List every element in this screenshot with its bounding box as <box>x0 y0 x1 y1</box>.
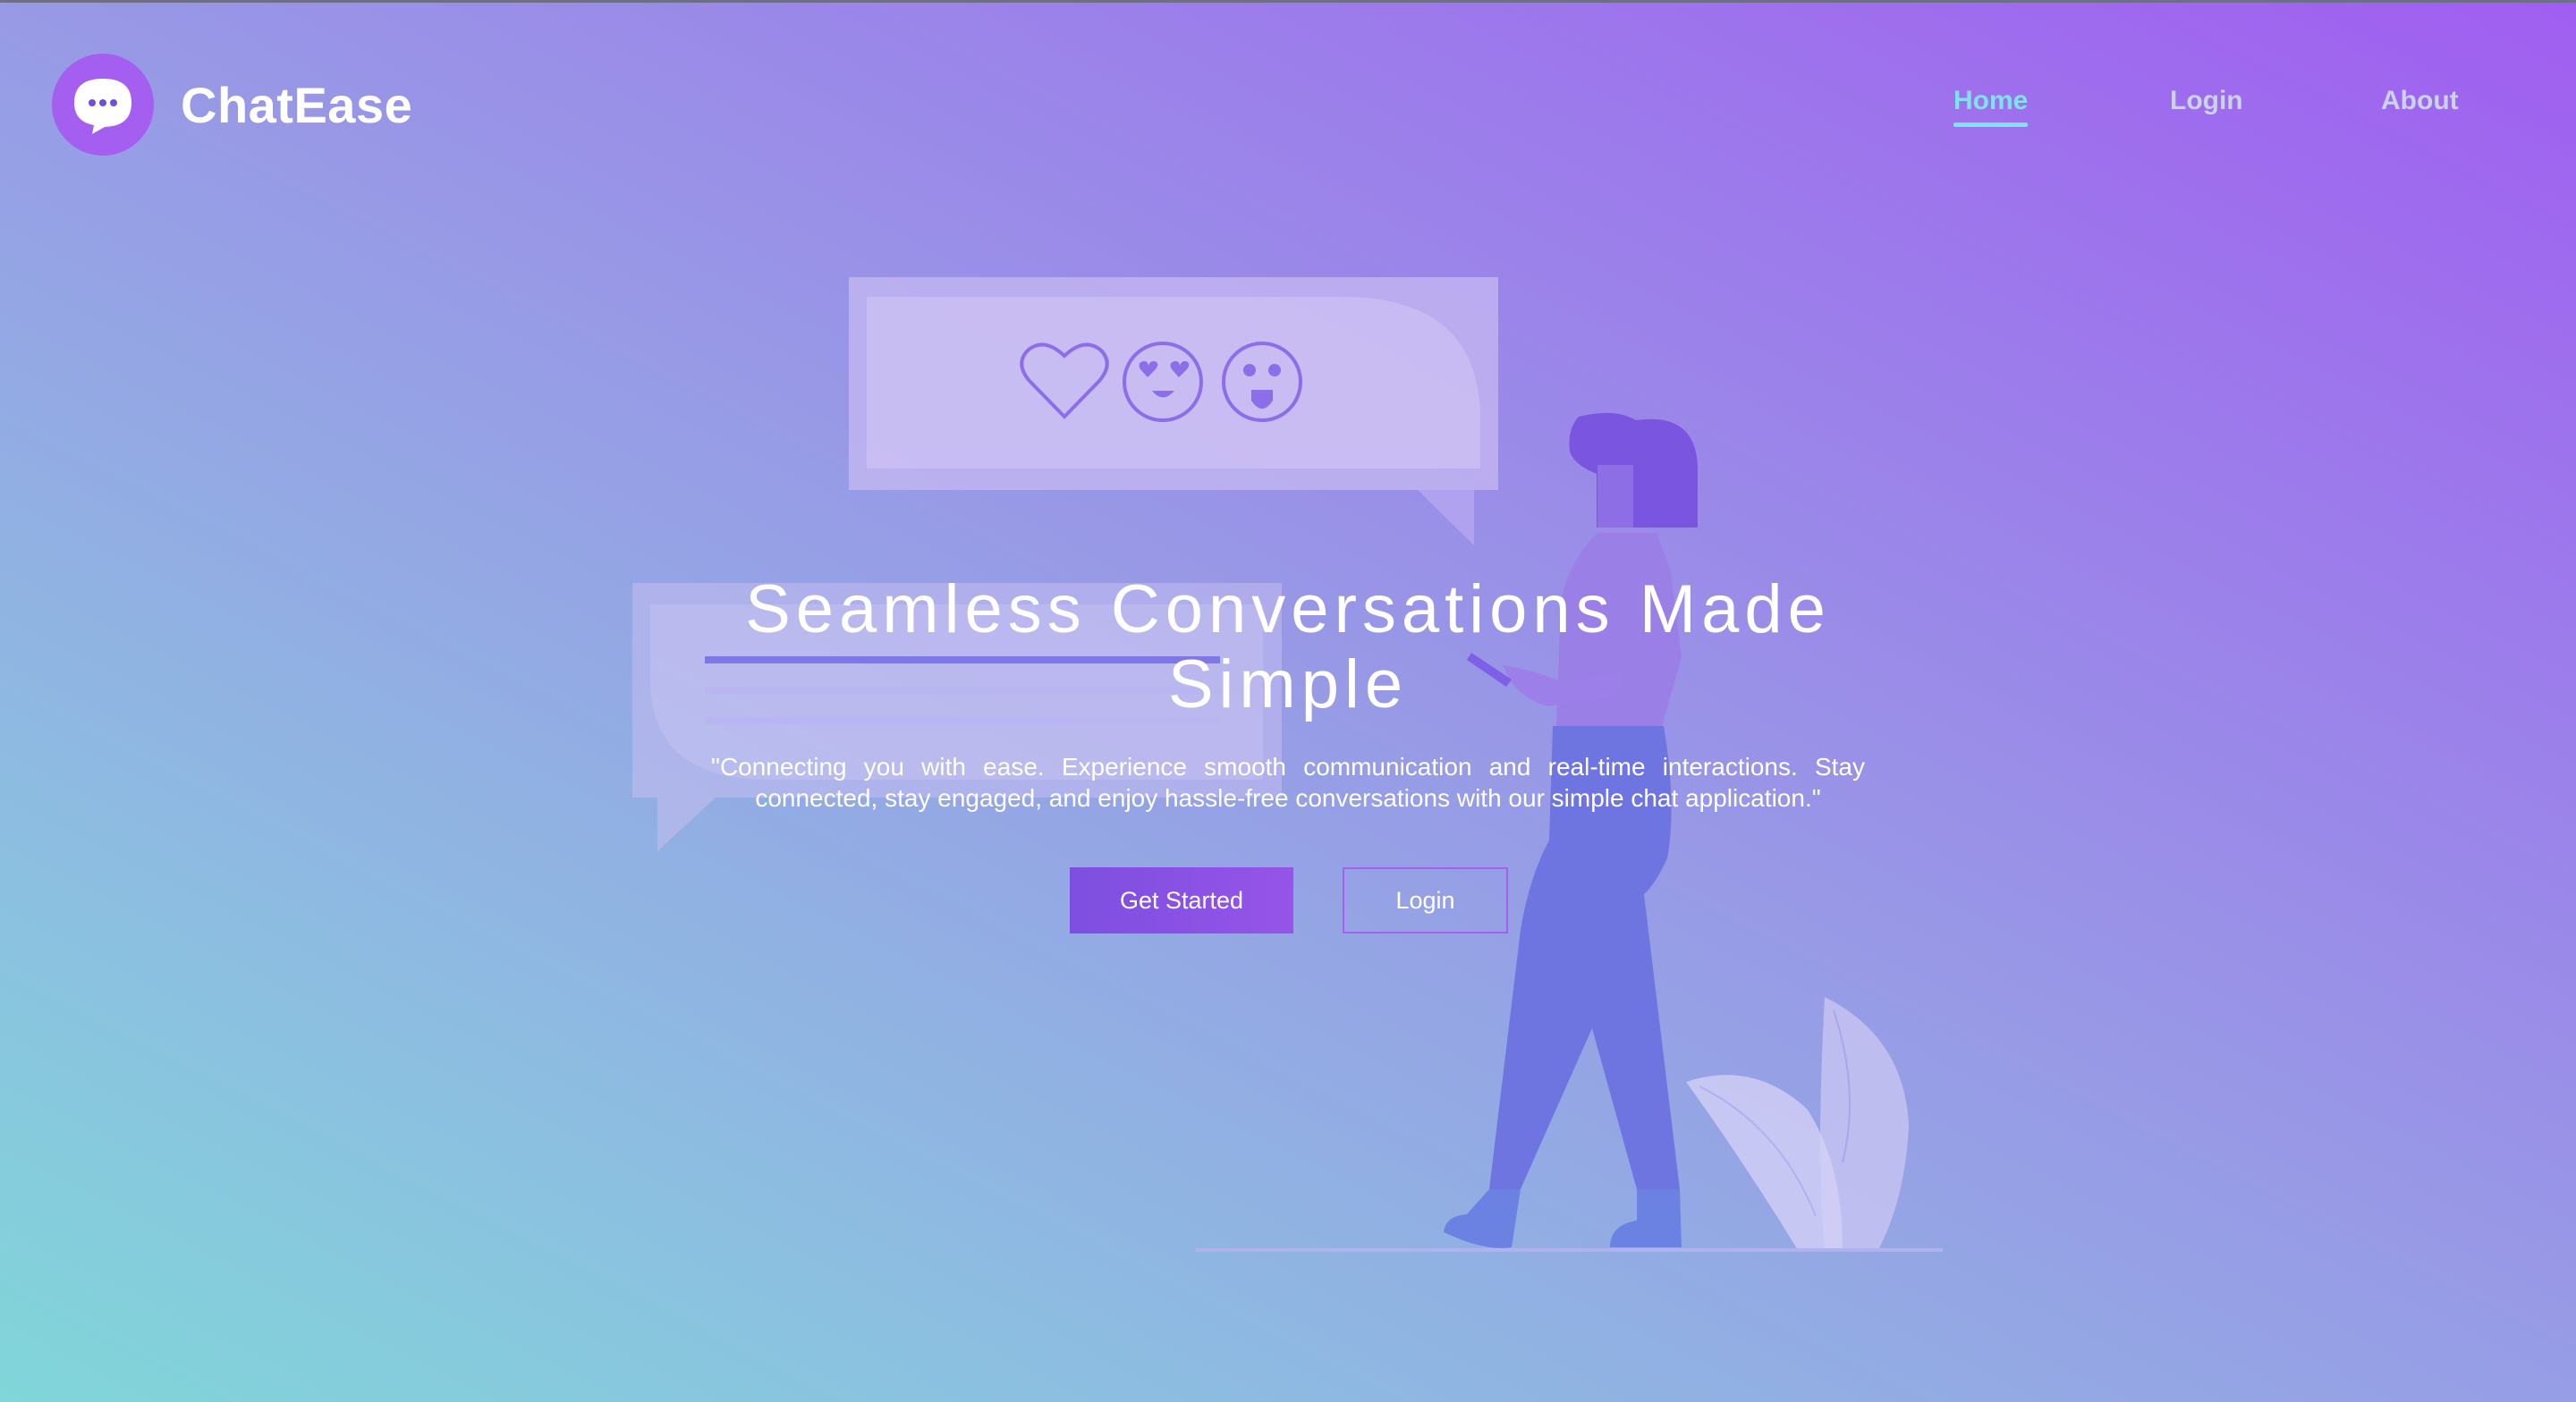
nav-link-about[interactable]: About <box>2381 86 2459 116</box>
nav-link-login[interactable]: Login <box>2170 86 2243 116</box>
brand[interactable]: ChatEase <box>52 54 412 156</box>
ground-line <box>1196 1248 1943 1252</box>
nav-active-underline <box>1953 122 2029 127</box>
hero-login-button[interactable]: Login <box>1343 867 1508 933</box>
reaction-speech-bubble <box>849 277 1498 545</box>
nav-link-home-label: Home <box>1953 86 2029 115</box>
hero-title: Seamless Conversations Made Simple <box>745 571 1831 722</box>
person-figure <box>1444 412 1699 1248</box>
plant-decoration <box>1686 997 1909 1250</box>
get-started-button[interactable]: Get Started <box>1070 867 1293 933</box>
heart-icon <box>1020 342 1109 419</box>
hero-subtitle: "Connecting you with ease. Experience sm… <box>711 753 1865 812</box>
nav-link-home[interactable]: Home <box>1953 86 2029 127</box>
chat-bubble-icon <box>52 54 154 156</box>
navbar: ChatEase Home Login About <box>0 0 2576 207</box>
tongue-out-face-icon <box>1222 342 1302 422</box>
heart-eyes-face-icon <box>1123 342 1203 422</box>
brand-name: ChatEase <box>181 76 413 133</box>
